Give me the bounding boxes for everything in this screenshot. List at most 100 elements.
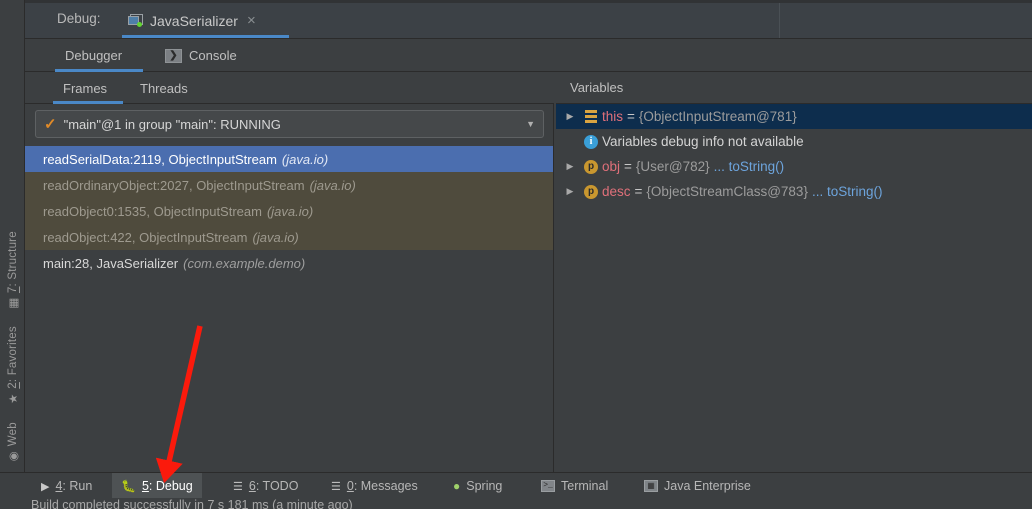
bug-icon: 🐛	[121, 479, 136, 493]
debug-window-header: Debug: JavaSerializer ×	[25, 0, 1032, 39]
list-item[interactable]: ▶ this = {ObjectInputStream@781}	[556, 104, 1032, 129]
frame-method: readObject:422, ObjectInputStream	[43, 229, 248, 245]
frame-package: (java.io)	[309, 177, 356, 193]
variable-value: {ObjectInputStream@781}	[638, 109, 797, 124]
tool-button-run[interactable]: ▶ 4: Run	[32, 473, 101, 499]
tab-console[interactable]: ❯ Console	[155, 39, 247, 72]
info-icon: i	[580, 134, 602, 149]
tool-button-spring[interactable]: ● Spring	[444, 473, 511, 499]
list-item[interactable]: ▶ p desc = {ObjectStreamClass@783} ... t…	[556, 179, 1032, 204]
structure-icon: ▦	[5, 298, 20, 311]
tab-frames-label: Frames	[63, 80, 108, 96]
left-tool-strip: ◉ Web ★ 2: Favorites ▦ 7: Structure	[0, 0, 25, 472]
chevron-down-icon[interactable]: ▼	[526, 119, 535, 129]
field-icon	[580, 110, 602, 123]
debug-label: Debug:	[57, 11, 101, 26]
table-row[interactable]: readOrdinaryObject:2027, ObjectInputStre…	[25, 172, 553, 198]
table-row[interactable]: readObject0:1535, ObjectInputStream (jav…	[25, 198, 553, 224]
window-run-icon	[128, 14, 143, 27]
session-tab-underline	[122, 35, 289, 38]
java-enterprise-icon: ▦	[644, 480, 658, 492]
tool-button-messages[interactable]: ☰ 0: Messages	[322, 473, 427, 499]
spring-leaf-icon: ●	[453, 479, 461, 493]
frame-package: (java.io)	[266, 203, 314, 219]
parameter-icon: p	[580, 159, 602, 174]
variable-name: desc	[602, 184, 631, 199]
chevron-right-icon[interactable]: ▶	[560, 186, 580, 197]
status-bar: Build completed successfully in 7 s 181 …	[0, 498, 1032, 509]
parameter-icon: p	[580, 184, 602, 199]
terminal-icon: >_	[541, 480, 555, 492]
session-tab-label: JavaSerializer	[150, 12, 238, 29]
tab-console-label: Console	[189, 48, 237, 63]
tab-debugger[interactable]: Debugger	[55, 39, 132, 72]
variable-equals: =	[624, 159, 632, 174]
tool-button-java-enterprise-label: Java Enterprise	[664, 479, 751, 493]
tab-debugger-label: Debugger	[65, 48, 123, 63]
frame-package: (com.example.demo)	[183, 255, 306, 271]
close-icon[interactable]: ×	[247, 12, 256, 29]
sidebar-item-web[interactable]: ◉ Web	[5, 415, 20, 472]
variable-value: {ObjectStreamClass@783}	[646, 184, 808, 199]
frame-package: (java.io)	[252, 229, 299, 245]
running-check-icon: ✓	[44, 116, 57, 133]
list-item: ▶ i Variables debug info not available	[556, 129, 1032, 154]
chevron-right-icon[interactable]: ▶	[560, 111, 580, 122]
messages-icon: ☰	[331, 480, 341, 493]
session-tab-javaserializer[interactable]: JavaSerializer ×	[122, 4, 262, 37]
sidebar-item-structure[interactable]: ▦ 7: Structure	[5, 224, 20, 319]
variables-debug-info-message: Variables debug info not available	[602, 134, 804, 149]
tool-button-terminal[interactable]: >_ Terminal	[532, 473, 617, 499]
debug-primary-tabbar: Debugger ❯ Console	[25, 39, 1032, 72]
table-row[interactable]: readObject:422, ObjectInputStream (java.…	[25, 224, 553, 250]
variable-name: this	[602, 109, 624, 124]
variable-value: {User@782}	[635, 159, 710, 174]
frame-list[interactable]: readSerialData:2119, ObjectInputStream (…	[25, 146, 553, 472]
frame-method: main:28, JavaSerializer	[43, 255, 179, 271]
debug-secondary-tabbar: Frames Threads	[25, 72, 554, 104]
variable-equals: =	[634, 184, 643, 199]
tool-button-todo[interactable]: ☰ 6: TODO	[224, 473, 307, 499]
frame-method: readObject0:1535, ObjectInputStream	[43, 203, 262, 219]
header-segment-right	[780, 3, 1032, 38]
variable-tostring-link[interactable]: ... toString()	[812, 184, 883, 199]
variables-panel-header: Variables	[556, 72, 1032, 104]
tool-window-bar: ▶ 4: Run 🐛 5: Debug ☰ 6: TODO ☰ 0: Messa…	[0, 472, 1032, 499]
status-bar-text: Build completed successfully in 7 s 181 …	[31, 498, 353, 509]
sidebar-item-favorites[interactable]: ★ 2: Favorites	[5, 319, 20, 415]
tab-threads-label: Threads	[140, 80, 188, 96]
variable-tostring-link[interactable]: ... toString()	[714, 159, 785, 174]
tool-button-messages-label: 0: Messages	[346, 479, 418, 493]
frame-method: readOrdinaryObject:2027, ObjectInputStre…	[43, 177, 305, 193]
table-row[interactable]: readSerialData:2119, ObjectInputStream (…	[25, 146, 553, 172]
tool-button-terminal-label: Terminal	[561, 479, 609, 493]
sidebar-item-web-label: Web	[6, 421, 19, 446]
sidebar-item-structure-label: 7: Structure	[6, 230, 19, 293]
tool-button-spring-label: Spring	[466, 479, 503, 493]
tool-button-debug[interactable]: 🐛 5: Debug	[112, 473, 202, 499]
variables-title: Variables	[570, 80, 624, 95]
tool-button-debug-label: 5: Debug	[141, 479, 193, 493]
sidebar-item-favorites-label: 2: Favorites	[6, 326, 19, 389]
table-row[interactable]: main:28, JavaSerializer (com.example.dem…	[25, 250, 553, 276]
variables-panel: ▶ this = {ObjectInputStream@781} ▶ i Var…	[556, 104, 1032, 472]
list-item[interactable]: ▶ p obj = {User@782} ... toString()	[556, 154, 1032, 179]
chevron-right-icon[interactable]: ▶	[560, 161, 580, 172]
web-icon: ◉	[5, 451, 20, 464]
thread-selector-label: "main"@1 in group "main": RUNNING	[63, 116, 281, 132]
star-icon: ★	[5, 393, 20, 406]
variable-equals: =	[627, 109, 635, 124]
tab-frames[interactable]: Frames	[53, 72, 117, 104]
play-icon: ▶	[41, 480, 50, 493]
tool-button-java-enterprise[interactable]: ▦ Java Enterprise	[635, 473, 760, 499]
tab-threads[interactable]: Threads	[130, 72, 198, 104]
tool-button-run-label: 4: Run	[55, 479, 93, 493]
frame-package: (java.io)	[281, 151, 329, 167]
list-icon: ☰	[233, 480, 243, 493]
frames-panel: ✓ "main"@1 in group "main": RUNNING ▼ re…	[25, 104, 554, 472]
console-icon: ❯	[165, 48, 182, 63]
frame-method: readSerialData:2119, ObjectInputStream	[43, 151, 277, 167]
variable-name: obj	[602, 159, 621, 174]
thread-selector[interactable]: ✓ "main"@1 in group "main": RUNNING ▼	[35, 110, 544, 138]
tool-button-todo-label: 6: TODO	[248, 479, 299, 493]
